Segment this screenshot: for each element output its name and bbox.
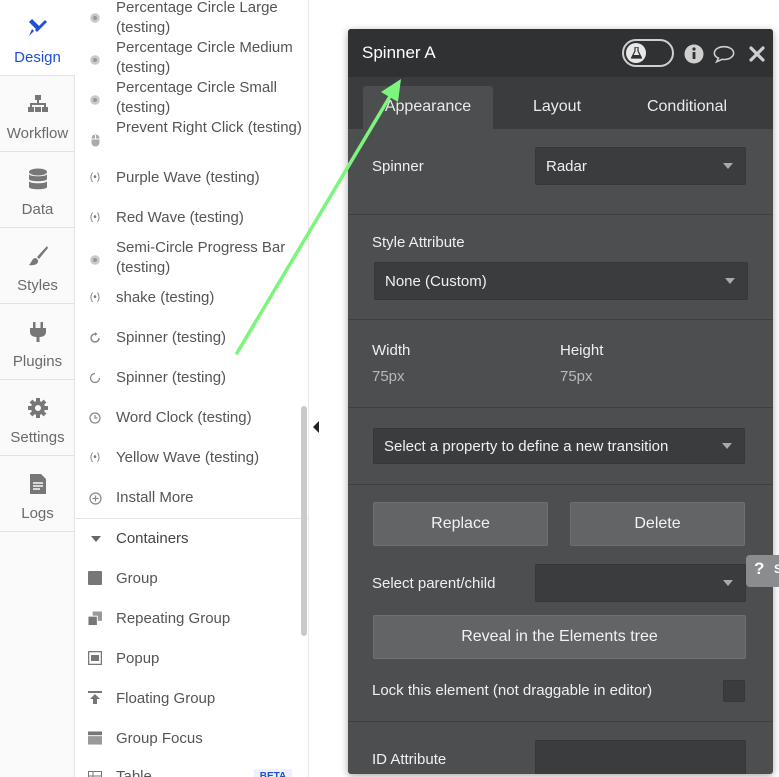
wave-icon: (•) <box>89 172 101 183</box>
containers-section-header[interactable]: Containers <box>76 518 308 558</box>
nav-plugins-label: Plugins <box>12 353 63 370</box>
spinner-icon <box>88 331 102 345</box>
left-nav: Design Workflow Data Styles Plugins Sett… <box>0 0 75 777</box>
replace-button[interactable]: Replace <box>373 502 548 546</box>
help-button[interactable]: ? S <box>746 555 779 587</box>
spinner-icon <box>88 371 102 385</box>
delete-button[interactable]: Delete <box>570 502 745 546</box>
workflow-icon <box>0 92 75 116</box>
width-label: Width <box>372 342 411 359</box>
collapse-panel-icon[interactable] <box>313 421 319 433</box>
brush-icon <box>0 244 75 268</box>
nav-logs-label: Logs <box>21 505 54 522</box>
reveal-in-tree-button[interactable]: Reveal in the Elements tree <box>373 615 746 659</box>
nav-data-label: Data <box>21 201 54 218</box>
id-attribute-input[interactable] <box>535 740 746 774</box>
clock-icon <box>88 411 102 425</box>
debug-toggle[interactable] <box>622 39 674 67</box>
nav-styles-label: Styles <box>17 277 58 294</box>
flask-icon <box>626 43 646 63</box>
close-icon[interactable] <box>746 43 768 65</box>
nav-settings[interactable]: Settings <box>0 380 75 456</box>
popup-icon <box>88 651 102 665</box>
tab-layout[interactable]: Layout <box>498 86 616 129</box>
style-dropdown[interactable]: None (Custom) <box>374 262 748 300</box>
height-value[interactable]: 75px <box>560 368 593 385</box>
spinner-type-dropdown[interactable]: Radar <box>535 147 746 185</box>
property-editor: Spinner A Appearance Layout Conditional … <box>348 29 773 774</box>
element-palette: Percentage Circle Large (testing) Percen… <box>76 0 309 777</box>
wave-icon: (•) <box>89 452 101 463</box>
element-list-scrollbar[interactable] <box>301 406 307 636</box>
design-icon <box>0 16 75 40</box>
divider <box>348 484 773 485</box>
parent-child-label: Select parent/child <box>372 575 496 592</box>
comment-icon[interactable] <box>713 43 735 65</box>
element-name[interactable]: Spinner A <box>362 43 436 63</box>
lock-checkbox[interactable] <box>723 680 745 702</box>
nav-data[interactable]: Data <box>0 152 75 228</box>
shake-icon: (•) <box>89 292 101 303</box>
chevron-down-icon <box>91 536 101 542</box>
caret-down-icon <box>725 278 735 284</box>
percentage-circle-icon <box>88 53 102 67</box>
nav-styles[interactable]: Styles <box>0 228 75 304</box>
table-icon <box>88 771 102 777</box>
divider <box>348 721 773 722</box>
transition-dropdown[interactable]: Select a property to define a new transi… <box>373 428 745 464</box>
editor-root: Design Workflow Data Styles Plugins Sett… <box>0 0 779 777</box>
nav-design[interactable]: Design <box>0 0 75 76</box>
property-tabs: Appearance Layout Conditional <box>348 77 773 129</box>
divider <box>348 319 773 320</box>
spinner-label: Spinner <box>372 158 424 175</box>
beta-badge: BETA <box>254 769 292 777</box>
parent-child-dropdown[interactable] <box>535 564 746 602</box>
caret-down-icon <box>722 443 732 449</box>
progress-bar-icon <box>88 253 102 267</box>
nav-design-label: Design <box>14 49 61 66</box>
lock-label: Lock this element (not draggable in edit… <box>372 682 653 699</box>
plus-circle-icon <box>88 491 102 505</box>
nav-plugins[interactable]: Plugins <box>0 304 75 380</box>
floating-group-icon <box>88 691 102 705</box>
id-attribute-label: ID Attribute <box>372 751 447 768</box>
database-icon <box>0 168 75 192</box>
help-label: S <box>774 562 779 576</box>
document-icon <box>0 472 75 496</box>
info-icon[interactable] <box>683 43 705 65</box>
divider <box>348 214 773 215</box>
gear-icon <box>0 396 75 420</box>
caret-down-icon <box>723 580 733 586</box>
question-icon: ? <box>754 559 765 578</box>
percentage-circle-icon <box>88 11 102 25</box>
repeating-group-icon <box>88 611 102 626</box>
property-editor-header[interactable]: Spinner A <box>348 29 773 77</box>
style-attribute-label: Style Attribute <box>372 234 465 251</box>
group-focus-icon <box>88 731 102 745</box>
nav-logs[interactable]: Logs <box>0 456 75 532</box>
tab-conditional[interactable]: Conditional <box>628 86 746 129</box>
caret-down-icon <box>723 163 733 169</box>
group-icon <box>88 571 102 585</box>
width-value[interactable]: 75px <box>372 368 405 385</box>
nav-workflow[interactable]: Workflow <box>0 76 75 152</box>
wave-icon: (•) <box>89 212 101 223</box>
divider <box>348 407 773 408</box>
mouse-icon <box>88 133 102 147</box>
plug-icon <box>0 320 75 344</box>
height-label: Height <box>560 342 604 359</box>
nav-workflow-label: Workflow <box>6 125 69 142</box>
percentage-circle-icon <box>88 93 102 107</box>
nav-settings-label: Settings <box>10 429 65 446</box>
tab-appearance[interactable]: Appearance <box>363 86 493 129</box>
